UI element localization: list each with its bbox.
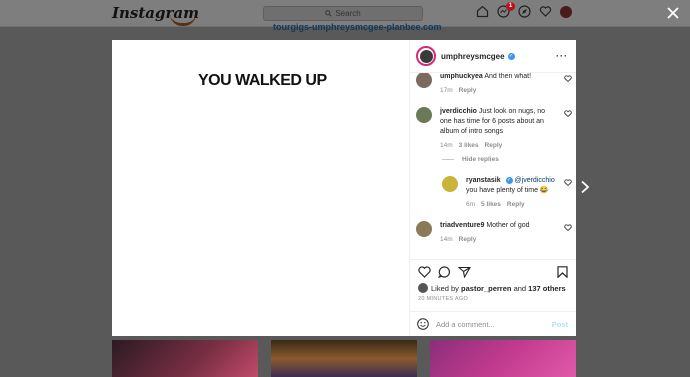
author-username[interactable]: umphreysmcgee bbox=[441, 52, 505, 61]
share-icon[interactable] bbox=[458, 266, 471, 278]
close-icon[interactable] bbox=[666, 6, 680, 20]
post-actions: Liked by pastor_perren and 137 others 20… bbox=[410, 259, 576, 315]
author-avatar[interactable] bbox=[416, 46, 436, 66]
post-image-text: YOU WALKED UP bbox=[198, 72, 327, 89]
liked-by-prefix: Liked by bbox=[431, 283, 459, 293]
comment-username[interactable]: triadventure9 bbox=[440, 222, 484, 229]
commenter-avatar[interactable] bbox=[416, 107, 432, 123]
reply-button[interactable]: Reply bbox=[507, 201, 525, 208]
comment-username[interactable]: umphuckyea bbox=[440, 73, 483, 80]
profile-avatar[interactable] bbox=[560, 5, 572, 18]
search-icon bbox=[325, 10, 332, 17]
reply-button[interactable]: Reply bbox=[459, 87, 477, 94]
post-modal: YOU WALKED UP umphreysmcgee ✓ ··· umphuc… bbox=[112, 40, 576, 336]
more-options-icon[interactable]: ··· bbox=[556, 51, 568, 61]
reply-button[interactable]: Reply bbox=[459, 236, 477, 243]
search-placeholder: Search bbox=[335, 9, 361, 18]
comment-time[interactable]: 17m bbox=[440, 87, 453, 94]
hide-replies-button[interactable]: Hide replies bbox=[442, 156, 499, 163]
comment-item: umphuckyea And then what! 17m Reply bbox=[416, 73, 572, 96]
explore-icon[interactable] bbox=[518, 5, 531, 18]
reply-item: ryanstasik ✓ @jverdicchio you have plent… bbox=[442, 176, 572, 210]
liked-by-username[interactable]: pastor_perren bbox=[461, 284, 511, 293]
activity-heart-icon[interactable] bbox=[539, 5, 552, 18]
post-header: umphreysmcgee ✓ ··· bbox=[410, 40, 576, 73]
add-comment-bar: Add a comment... Post bbox=[410, 311, 576, 336]
commenter-avatar[interactable] bbox=[442, 176, 458, 192]
background-thumbnail[interactable] bbox=[430, 340, 576, 377]
comment-text: And then what! bbox=[484, 73, 532, 80]
comment-text: you have plenty of time 😂 bbox=[466, 187, 549, 194]
liked-by-others[interactable]: 137 others bbox=[528, 284, 566, 293]
like-heart-icon[interactable] bbox=[418, 266, 431, 278]
add-comment-input[interactable]: Add a comment... bbox=[436, 320, 495, 329]
emoji-icon[interactable] bbox=[417, 318, 429, 330]
comment-icon[interactable] bbox=[438, 266, 451, 278]
comment-time[interactable]: 14m bbox=[440, 142, 453, 149]
comment-likes[interactable]: 3 likes bbox=[459, 142, 479, 149]
liked-by-and: and bbox=[513, 283, 527, 293]
post-sidebar: umphreysmcgee ✓ ··· umphuckyea And then … bbox=[410, 40, 576, 336]
comment-text: Mother of god bbox=[486, 222, 530, 229]
verified-badge-icon: ✓ bbox=[505, 176, 513, 184]
bookmark-icon[interactable] bbox=[557, 266, 568, 278]
comment-mention[interactable]: @jverdicchio bbox=[515, 177, 555, 184]
notification-badge: 1 bbox=[506, 2, 515, 11]
comment-item: triadventure9 Mother of god 14m Reply bbox=[416, 221, 572, 245]
next-post-arrow-icon[interactable] bbox=[579, 180, 591, 194]
reply-button[interactable]: Reply bbox=[485, 142, 503, 149]
liked-by-row: Liked by pastor_perren and 137 others bbox=[418, 283, 566, 293]
background-profile-link[interactable]: tourgigs-umphreysmcgee-planbee.com bbox=[273, 22, 442, 32]
commenter-avatar[interactable] bbox=[416, 73, 432, 88]
background-thumbnail[interactable] bbox=[112, 340, 258, 377]
comment-like-heart-icon[interactable] bbox=[564, 75, 572, 82]
search-input[interactable]: Search bbox=[263, 6, 423, 21]
comment-item: jverdicchio Just look on nugs, no one ha… bbox=[416, 107, 572, 151]
comment-like-heart-icon[interactable] bbox=[564, 179, 572, 186]
comments-list[interactable]: umphuckyea And then what! 17m Reply jverd… bbox=[410, 73, 576, 259]
comment-time[interactable]: 6m bbox=[466, 201, 475, 208]
messenger-icon[interactable]: 1 bbox=[497, 2, 515, 18]
background-thumbnail[interactable] bbox=[271, 340, 417, 377]
post-comment-button[interactable]: Post bbox=[552, 320, 568, 329]
comment-username[interactable]: jverdicchio bbox=[440, 108, 477, 115]
comment-username[interactable]: ryanstasik bbox=[466, 177, 501, 184]
post-image[interactable]: YOU WALKED UP bbox=[112, 40, 410, 336]
comment-like-heart-icon[interactable] bbox=[564, 224, 572, 231]
comment-time[interactable]: 14m bbox=[440, 236, 453, 243]
commenter-avatar[interactable] bbox=[416, 221, 432, 237]
comment-like-heart-icon[interactable] bbox=[564, 110, 572, 117]
comment-likes[interactable]: 5 likes bbox=[481, 201, 501, 208]
verified-badge-icon: ✓ bbox=[507, 52, 515, 60]
liker-avatar[interactable] bbox=[418, 283, 428, 293]
post-timestamp[interactable]: 20 MINUTES AGO bbox=[418, 296, 468, 302]
home-icon[interactable] bbox=[476, 5, 489, 18]
